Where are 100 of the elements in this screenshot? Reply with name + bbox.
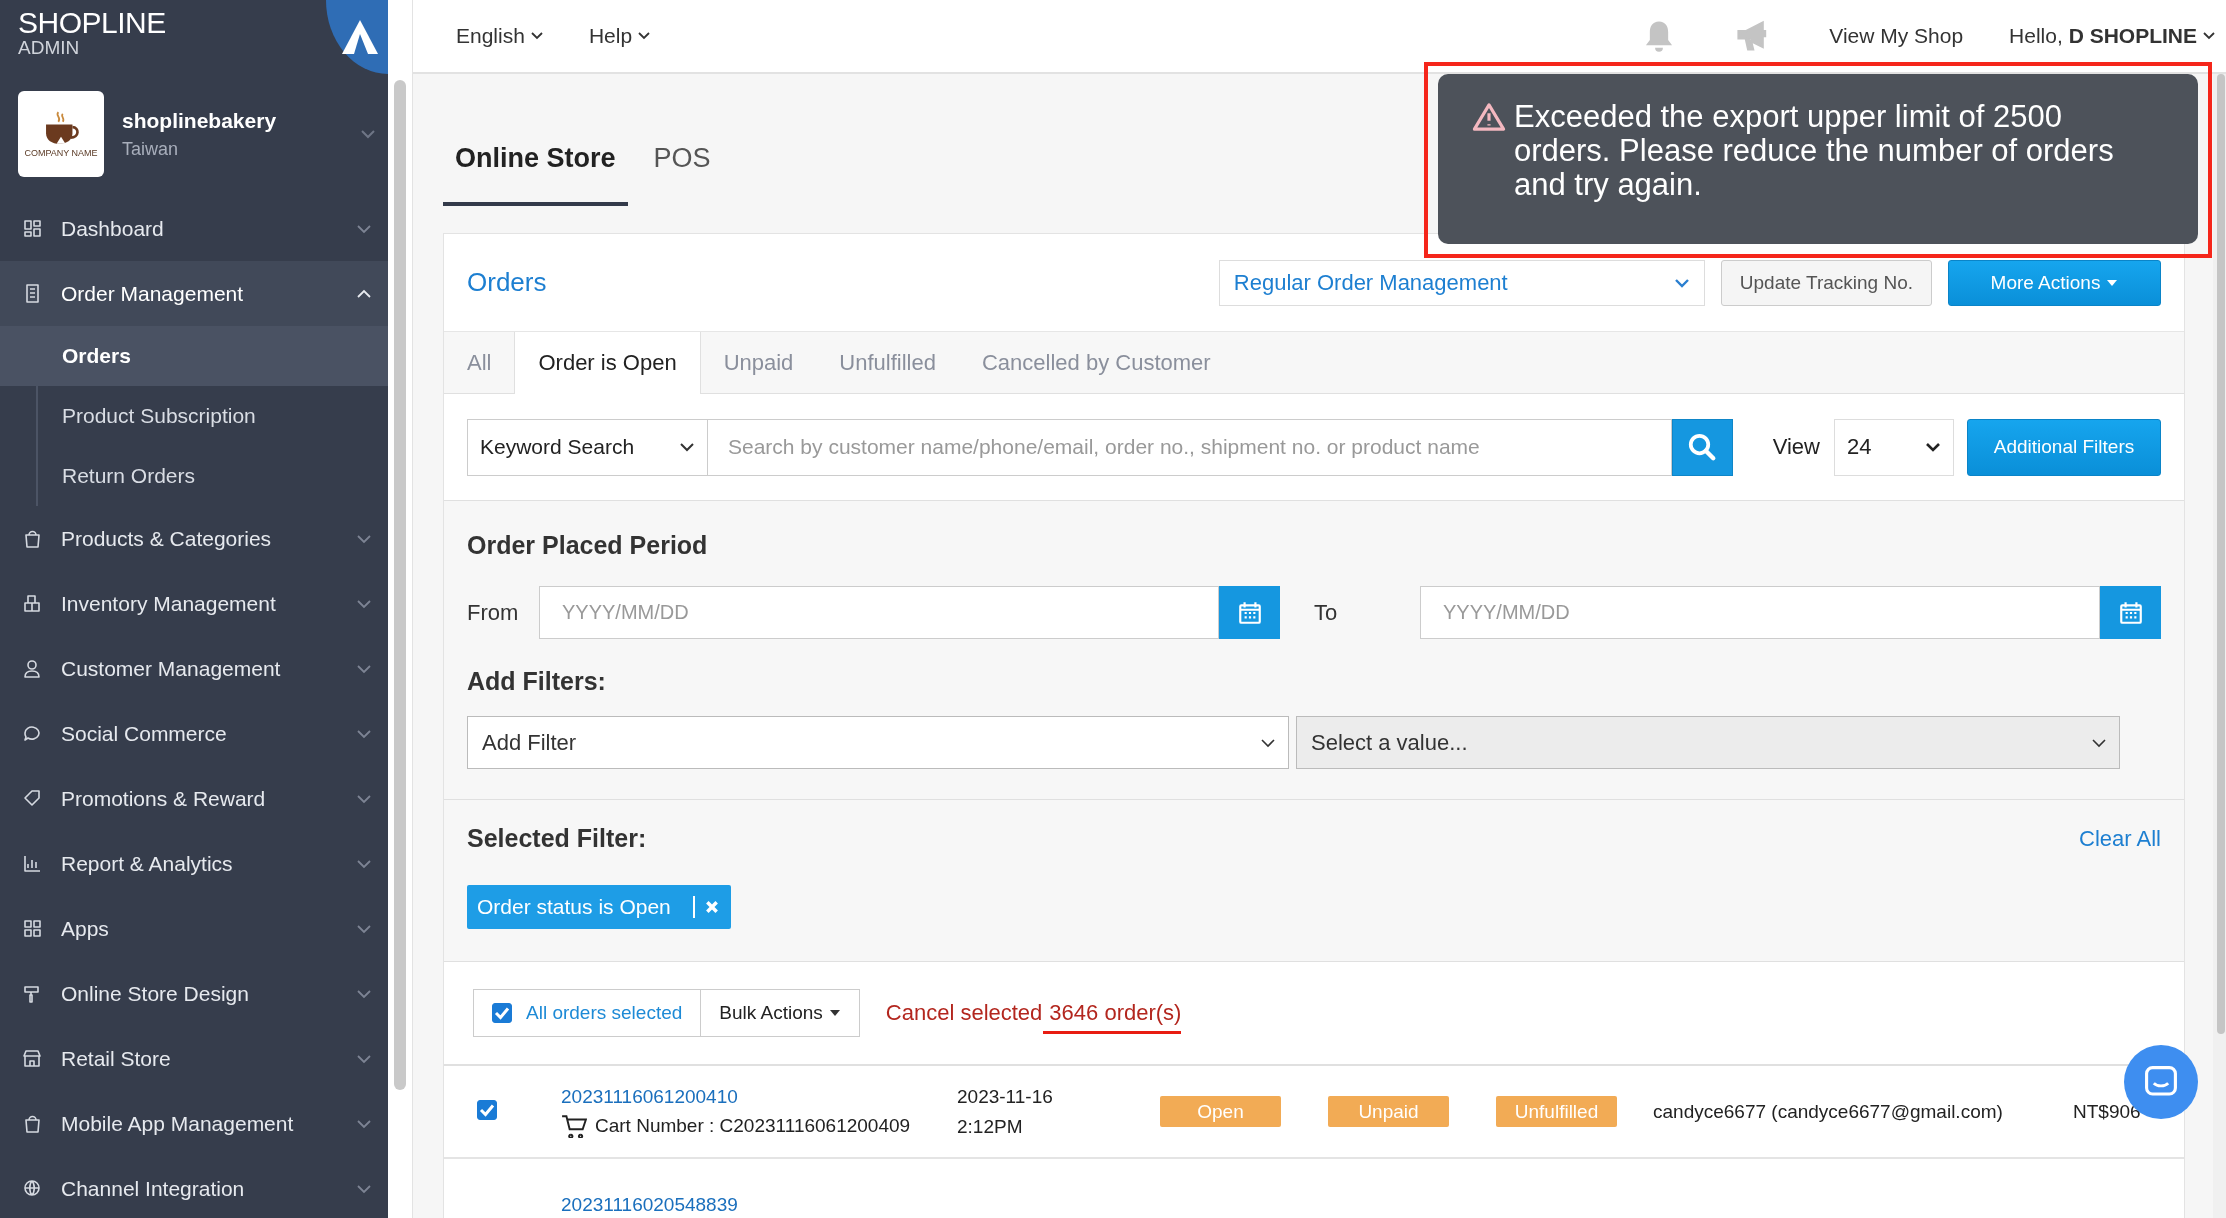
chevron-down-icon — [1925, 442, 1941, 452]
chevron-down-icon — [679, 442, 695, 452]
search-button[interactable] — [1671, 418, 1733, 476]
mountain-logo-icon[interactable] — [326, 0, 388, 74]
store-logo-text: COMPANY NAME — [24, 148, 98, 158]
chevron-down-icon — [356, 923, 372, 934]
order-mode-select[interactable]: Regular Order Management — [1218, 259, 1705, 306]
status-badge: Unpaid — [1328, 1096, 1449, 1127]
chevron-down-icon — [356, 793, 372, 804]
caret-down-icon — [638, 32, 651, 40]
checkbox[interactable] — [477, 1099, 497, 1120]
cart-icon — [561, 1113, 587, 1138]
sidebar-item[interactable]: Social Commerce — [0, 701, 388, 766]
update-tracking-button[interactable]: Update Tracking No. — [1720, 259, 1932, 306]
caret-down-icon — [2106, 278, 2119, 287]
section-title: Selected Filter: — [467, 824, 647, 853]
channel-tab[interactable]: POS — [641, 143, 723, 206]
bulk-actions-button[interactable]: Bulk Actions — [701, 989, 860, 1037]
menu-item-icon — [22, 593, 43, 614]
to-label: To — [1314, 599, 1339, 626]
view-shop-link[interactable]: View My Shop — [1829, 24, 1964, 48]
sidebar-item[interactable]: Channel Integration — [0, 1156, 388, 1218]
clear-all-link[interactable]: Clear All — [2079, 825, 2161, 852]
close-icon[interactable] — [704, 900, 719, 914]
menu-item-icon — [22, 788, 43, 809]
status-tab[interactable]: Order is Open — [514, 332, 701, 394]
language-menu[interactable]: English — [456, 24, 543, 48]
sidebar-item[interactable]: Online Store Design — [0, 961, 388, 1026]
status-badge: Open — [1160, 1096, 1281, 1127]
store-name: shoplinebakery — [122, 108, 278, 133]
account-menu[interactable]: Hello, D SHOPLINE — [2009, 24, 2215, 48]
search-field[interactable]: Search by customer name/phone/email, order no., shipment no. or product name — [708, 418, 1672, 476]
caret-down-icon — [828, 1009, 841, 1017]
scrollbar[interactable] — [2217, 74, 2225, 1034]
chevron-down-icon — [1673, 277, 1690, 288]
cancel-selected-text: Cancel selected — [885, 1000, 1043, 1026]
to-date-field[interactable]: YYYY/MM/DD — [1420, 586, 2100, 639]
menu-item-icon — [22, 528, 43, 549]
chevron-down-icon — [2091, 737, 2107, 748]
sidebar-item[interactable]: Report & Analytics — [0, 831, 388, 896]
menu-item-icon — [22, 918, 43, 939]
chevron-down-icon[interactable] — [360, 129, 376, 139]
panel-title: Orders — [467, 267, 547, 298]
from-date-field[interactable]: YYYY/MM/DD — [539, 586, 1219, 639]
sidebar-item[interactable]: Apps — [0, 896, 388, 961]
chevron-down-icon — [356, 988, 372, 999]
calendar-icon — [1236, 599, 1263, 626]
search-icon — [1687, 432, 1718, 462]
scrollbar[interactable] — [394, 80, 406, 1090]
menu-item-icon — [22, 1048, 43, 1069]
menu-item-icon — [22, 218, 43, 239]
help-menu[interactable]: Help — [588, 24, 651, 48]
chevron-down-icon — [356, 223, 372, 234]
sidebar-item[interactable]: Inventory Management — [0, 571, 388, 636]
menu-item-icon — [22, 1178, 43, 1199]
section-title: Add Filters: — [467, 667, 607, 696]
selected-order-count-link[interactable]: 3646 order(s) — [1049, 1000, 1182, 1026]
filter-select[interactable]: Add Filter — [467, 716, 1289, 769]
menu-item-icon — [22, 1113, 43, 1134]
chevron-down-icon — [356, 1183, 372, 1194]
order-time: 2:12PM — [957, 1115, 1024, 1138]
chevron-down-icon — [356, 663, 372, 674]
checkbox[interactable] — [492, 1003, 512, 1023]
channel-tab[interactable]: Online Store — [443, 143, 628, 206]
warning-icon — [1472, 102, 1506, 132]
menu-item-icon — [22, 853, 43, 874]
chevron-up-icon — [356, 288, 372, 299]
order-number-link[interactable]: 20231116020548839 — [561, 1193, 957, 1216]
sidebar-item[interactable]: Dashboard — [0, 196, 388, 261]
toast-message: Exceeded the export upper limit of 2500 orders. Please reduce the number of orders and try again. — [1514, 100, 2115, 202]
sidebar-item[interactable]: Promotions & Reward — [0, 766, 388, 831]
sidebar-item[interactable]: Mobile App Management — [0, 1091, 388, 1156]
sidebar-subitem[interactable]: Product Subscription — [38, 386, 388, 446]
brand-logo: SHOPLINE — [18, 8, 167, 38]
chevron-down-icon — [356, 1053, 372, 1064]
select-all-control[interactable]: All orders selected — [473, 989, 702, 1037]
chevron-down-icon — [356, 533, 372, 544]
sidebar-item[interactable]: Customer Management — [0, 636, 388, 701]
chevron-down-icon — [356, 598, 372, 609]
cart-number: Cart Number : C20231116061200409 — [561, 1113, 957, 1138]
sidebar-item[interactable]: Products & Categories — [0, 506, 388, 571]
search-type-select[interactable]: Keyword Search — [467, 418, 708, 476]
chevron-down-icon — [356, 1118, 372, 1129]
calendar-button[interactable] — [1219, 586, 1280, 639]
chevron-down-icon — [356, 728, 372, 739]
calendar-button[interactable] — [2100, 586, 2161, 639]
menu-item-icon — [22, 723, 43, 744]
page-size-select[interactable]: 24 — [1834, 418, 1954, 476]
sidebar-subitem[interactable]: Return Orders — [38, 446, 388, 506]
filter-value-select[interactable]: Select a value... — [1296, 716, 2120, 769]
sidebar-item[interactable]: Order Management — [0, 261, 388, 326]
status-badge: Unfulfilled — [1496, 1096, 1617, 1127]
chevron-down-icon — [1260, 737, 1276, 748]
caret-down-icon — [2203, 32, 2215, 40]
order-number-link[interactable]: 20231116061200410 — [561, 1085, 957, 1108]
sidebar-item[interactable]: Retail Store — [0, 1026, 388, 1091]
view-label: View — [1772, 434, 1820, 460]
from-label: From — [467, 599, 520, 626]
sidebar-subitem[interactable]: Orders — [0, 326, 388, 386]
menu-item-icon — [22, 658, 43, 679]
